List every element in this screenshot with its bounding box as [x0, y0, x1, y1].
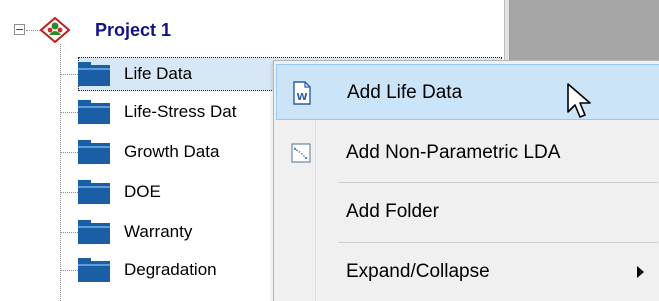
- folder-icon: [78, 258, 110, 282]
- tree-item-label: Life Data: [124, 64, 193, 83]
- menu-item-add-non-parametric-lda[interactable]: Add Non-Parametric LDA: [276, 125, 659, 181]
- mouse-pointer-icon: [567, 83, 591, 118]
- svg-text:W: W: [296, 92, 307, 103]
- folder-icon: [78, 140, 110, 164]
- folder-icon: [78, 220, 110, 244]
- context-menu: W Add Life Data Add Non-Parametric LDA A…: [273, 60, 659, 301]
- menu-item-add-folder[interactable]: Add Folder: [276, 184, 659, 240]
- tree-item-label: DOE: [124, 182, 161, 201]
- project-label[interactable]: Project 1: [95, 17, 171, 43]
- menu-separator: [338, 182, 658, 183]
- tree-item-label: Degradation: [124, 260, 217, 279]
- menu-item-label: Expand/Collapse: [346, 261, 490, 282]
- tree-line: [60, 270, 78, 271]
- folder-icon: [78, 100, 110, 124]
- tree-line: [60, 112, 78, 113]
- tree-line: [60, 192, 78, 193]
- tree-line: [26, 30, 40, 31]
- menu-item-expand-collapse[interactable]: Expand/Collapse: [276, 244, 659, 300]
- tree-item-label: Warranty: [124, 222, 193, 241]
- chart-document-icon: [291, 143, 311, 163]
- menu-item-label: Add Folder: [346, 201, 439, 222]
- workspace-background: [510, 0, 659, 60]
- tree-item-label: Growth Data: [124, 142, 220, 161]
- folder-icon: [78, 180, 110, 204]
- menu-item-add-life-data[interactable]: W Add Life Data: [276, 64, 659, 120]
- tree-line: [60, 232, 78, 233]
- tree-item-label: Life-Stress Dat: [124, 102, 237, 121]
- project-icon: [40, 17, 70, 43]
- collapse-toggle[interactable]: −: [14, 24, 25, 35]
- tree-line: [60, 44, 61, 301]
- submenu-arrow-icon: [637, 266, 644, 278]
- tree-line: [60, 152, 78, 153]
- tree-line: [60, 74, 78, 75]
- menu-item-label: Add Non-Parametric LDA: [346, 142, 561, 163]
- folder-icon: [78, 62, 110, 86]
- menu-separator: [338, 242, 658, 243]
- word-document-icon: W: [293, 81, 311, 105]
- menu-item-label: Add Life Data: [347, 82, 463, 103]
